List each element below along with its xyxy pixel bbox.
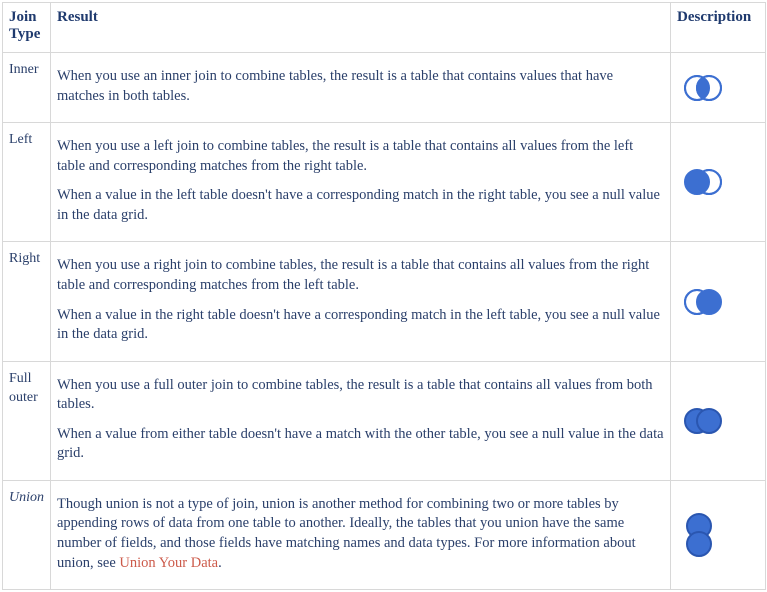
paragraph: When a value in the left table doesn't h… <box>57 186 664 225</box>
join-diagram-cell <box>671 361 766 480</box>
table-row: Union Though union is not a type of join… <box>3 480 766 589</box>
join-type-label: Union <box>3 480 51 589</box>
join-types-table: Join Type Result Description Inner When … <box>2 2 766 590</box>
header-result: Result <box>51 3 671 53</box>
paragraph: When you use a right join to combine tab… <box>57 256 664 295</box>
join-diagram-cell <box>671 242 766 361</box>
header-join-type: Join Type <box>3 3 51 53</box>
join-type-label: Full outer <box>3 361 51 480</box>
table-header-row: Join Type Result Description <box>3 3 766 53</box>
paragraph: When you use an inner join to combine ta… <box>57 67 664 106</box>
paragraph: When you use a full outer join to combin… <box>57 376 664 415</box>
left-join-icon <box>679 166 727 198</box>
inner-join-icon <box>679 72 727 104</box>
header-description: Description <box>671 3 766 53</box>
join-diagram-cell <box>671 53 766 123</box>
text-segment: . <box>218 555 222 571</box>
join-type-label: Inner <box>3 53 51 123</box>
paragraph: When a value from either table doesn't h… <box>57 425 664 464</box>
join-type-label: Left <box>3 123 51 242</box>
full-outer-join-icon <box>679 405 727 437</box>
union-your-data-link[interactable]: Union Your Data <box>119 555 218 571</box>
paragraph: When you use a left join to combine tabl… <box>57 137 664 176</box>
join-result-text: When you use a right join to combine tab… <box>51 242 671 361</box>
table-row: Inner When you use an inner join to comb… <box>3 53 766 123</box>
union-icon <box>679 511 719 559</box>
right-join-icon <box>679 286 727 318</box>
join-result-text: When you use a left join to combine tabl… <box>51 123 671 242</box>
table-row: Left When you use a left join to combine… <box>3 123 766 242</box>
table-row: Full outer When you use a full outer joi… <box>3 361 766 480</box>
join-type-label: Right <box>3 242 51 361</box>
join-result-text: When you use a full outer join to combin… <box>51 361 671 480</box>
table-row: Right When you use a right join to combi… <box>3 242 766 361</box>
join-result-text: Though union is not a type of join, unio… <box>51 480 671 589</box>
paragraph: When a value in the right table doesn't … <box>57 306 664 345</box>
join-result-text: When you use an inner join to combine ta… <box>51 53 671 123</box>
join-diagram-cell <box>671 480 766 589</box>
paragraph: Though union is not a type of join, unio… <box>57 495 664 573</box>
join-diagram-cell <box>671 123 766 242</box>
